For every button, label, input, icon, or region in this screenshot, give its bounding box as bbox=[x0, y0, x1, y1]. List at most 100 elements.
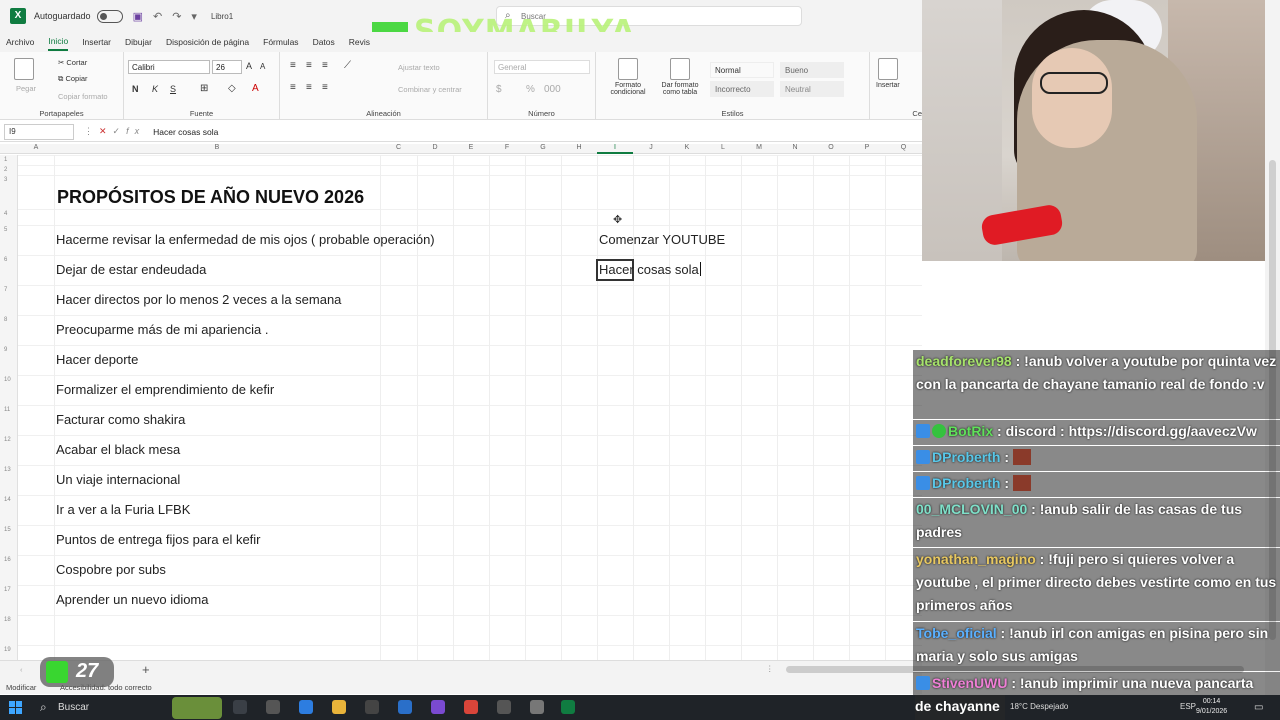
column-header-f[interactable]: F bbox=[489, 144, 525, 154]
row-number[interactable]: 7 bbox=[4, 287, 7, 293]
italic-button[interactable]: K bbox=[152, 84, 158, 94]
weather-status[interactable]: 18°C Despejado bbox=[1010, 702, 1068, 711]
tab-inicio[interactable]: Inicio bbox=[48, 33, 69, 51]
row-number[interactable]: 9 bbox=[4, 347, 7, 353]
format-painter-button[interactable]: Copiar formato bbox=[58, 92, 108, 101]
tab-archivo[interactable]: Archivo bbox=[6, 34, 34, 50]
goal-item[interactable]: Aprender un nuevo idioma bbox=[56, 592, 209, 607]
github-icon[interactable] bbox=[497, 700, 511, 714]
borders-icon[interactable]: ⊞ bbox=[200, 83, 208, 94]
tab-datos[interactable]: Datos bbox=[313, 34, 335, 50]
chat-username[interactable]: Tobe_oficial bbox=[916, 625, 997, 641]
chat-username[interactable]: DProberth bbox=[932, 449, 1000, 465]
language-indicator[interactable]: ESP bbox=[1180, 702, 1196, 711]
column-header-k[interactable]: K bbox=[669, 144, 705, 154]
start-button[interactable] bbox=[9, 701, 22, 714]
wrap-text-button[interactable]: Ajustar texto bbox=[398, 63, 440, 72]
task-view-icon[interactable] bbox=[233, 700, 247, 714]
merge-center-button[interactable]: Combinar y centrar bbox=[398, 85, 462, 94]
fx-icon[interactable]: fx bbox=[126, 126, 145, 136]
file-explorer-icon[interactable] bbox=[332, 700, 346, 714]
font-size-box[interactable]: 26 bbox=[212, 60, 242, 74]
column-header-q[interactable]: Q bbox=[885, 144, 922, 154]
conditional-format-button[interactable]: Formato condicional bbox=[608, 82, 648, 96]
column-header-g[interactable]: G bbox=[525, 144, 561, 154]
percent-icon[interactable]: % bbox=[526, 84, 535, 95]
clock[interactable]: 00:14 9/01/2026 bbox=[1196, 697, 1227, 717]
row-number[interactable]: 17 bbox=[4, 587, 11, 593]
store-icon[interactable] bbox=[365, 700, 379, 714]
taskbar-search[interactable]: ⌕ Buscar bbox=[36, 698, 166, 717]
column-header-j[interactable]: J bbox=[633, 144, 669, 154]
redo-icon[interactable]: ↷ bbox=[172, 10, 181, 23]
taskbar-widget-image[interactable] bbox=[172, 697, 222, 719]
tab-fórmulas[interactable]: Fórmulas bbox=[263, 34, 298, 50]
row-number[interactable]: 16 bbox=[4, 557, 11, 563]
chat-username[interactable]: deadforever98 bbox=[916, 353, 1012, 369]
more-icon[interactable]: ⋮ bbox=[84, 126, 99, 136]
row-number[interactable]: 18 bbox=[4, 617, 11, 623]
notifications-icon[interactable]: ▭ bbox=[1254, 702, 1263, 713]
goal-item[interactable]: Hacer directos por lo menos 2 veces a la… bbox=[56, 292, 341, 307]
bold-button[interactable]: N bbox=[132, 84, 139, 94]
grow-font-button[interactable]: A bbox=[246, 61, 252, 71]
customize-toolbar-icon[interactable]: ▾ bbox=[191, 10, 197, 23]
column-header-h[interactable]: H bbox=[561, 144, 597, 154]
fill-color-icon[interactable]: ◇ bbox=[228, 83, 236, 94]
add-sheet-button[interactable]: + bbox=[142, 662, 150, 677]
shrink-font-button[interactable]: A bbox=[260, 62, 265, 71]
chrome-icon[interactable] bbox=[464, 700, 478, 714]
save-icon[interactable]: ▣ bbox=[133, 10, 143, 23]
prev-sheet-icon[interactable]: ‹ bbox=[20, 665, 23, 674]
formula-content[interactable]: Hacer cosas sola bbox=[153, 127, 218, 137]
goal-item[interactable]: Formalizer el emprendimiento de kefir bbox=[56, 382, 274, 397]
row-number[interactable]: 3 bbox=[4, 177, 7, 183]
row-number[interactable]: 5 bbox=[4, 227, 7, 233]
align-right-icon[interactable]: ≡ bbox=[322, 82, 328, 93]
paste-button[interactable]: Pegar bbox=[16, 84, 36, 93]
goal-item[interactable]: Hacerme revisar la enfermedad de mis ojo… bbox=[56, 232, 435, 247]
column-header-p[interactable]: P bbox=[849, 144, 885, 154]
goal-item-column-i[interactable]: Hacer cosas sola bbox=[599, 262, 701, 277]
style-neutral[interactable]: Neutral bbox=[780, 81, 844, 97]
row-number[interactable]: 1 bbox=[4, 157, 7, 163]
underline-button[interactable]: S bbox=[170, 84, 176, 94]
row-number[interactable]: 19 bbox=[4, 647, 11, 653]
tab-dibujar[interactable]: Dibujar bbox=[125, 34, 152, 50]
goal-item[interactable]: Acabar el black mesa bbox=[56, 442, 180, 457]
format-table-icon[interactable] bbox=[670, 58, 690, 80]
app-icon[interactable] bbox=[530, 700, 544, 714]
steam-icon[interactable] bbox=[398, 700, 412, 714]
goal-item[interactable]: Cospobre por subs bbox=[56, 562, 166, 577]
goal-item[interactable]: Puntos de entrega fijos para el kefir bbox=[56, 532, 261, 547]
copy-button[interactable]: ⧉ Copiar bbox=[58, 74, 88, 84]
chat-username[interactable]: StivenUWU bbox=[932, 675, 1007, 691]
style-normal[interactable]: Normal bbox=[710, 62, 774, 78]
chat-username[interactable]: 00_MCLOVIN_00 bbox=[916, 501, 1027, 517]
align-bottom-icon[interactable]: ≡ bbox=[322, 60, 328, 71]
sheet-title[interactable]: PROPÓSITOS DE AÑO NUEVO 2026 bbox=[57, 187, 364, 208]
goal-item[interactable]: Preocuparme más de mi apariencia . bbox=[56, 322, 268, 337]
font-color-icon[interactable]: A bbox=[252, 83, 259, 94]
thousands-icon[interactable]: 000 bbox=[544, 84, 561, 95]
row-number[interactable]: 10 bbox=[4, 377, 11, 383]
goal-item[interactable]: Facturar como shakira bbox=[56, 412, 185, 427]
column-header-n[interactable]: N bbox=[777, 144, 813, 154]
orientation-icon[interactable]: ⟋ bbox=[344, 60, 351, 71]
goal-item[interactable]: Ir a ver a la Furia LFBK bbox=[56, 502, 190, 517]
row-number[interactable]: 8 bbox=[4, 317, 7, 323]
copilot-icon[interactable] bbox=[299, 700, 313, 714]
number-format-box[interactable]: General bbox=[494, 60, 590, 74]
style-incorrecto[interactable]: Incorrecto bbox=[710, 81, 774, 97]
cancel-icon[interactable]: ✕ bbox=[99, 126, 113, 136]
column-header-d[interactable]: D bbox=[417, 144, 453, 154]
worksheet[interactable]: 1 2 3 4 5 6 7 8 9 10 11 12 13 14 15 16 17 18 19 PROPÓSITOS… bbox=[0, 155, 922, 660]
name-box[interactable]: I9 bbox=[4, 123, 74, 140]
row-number[interactable]: 15 bbox=[4, 527, 11, 533]
goal-item[interactable]: Dejar de estar endeudada bbox=[56, 262, 206, 277]
row-number[interactable]: 12 bbox=[4, 437, 11, 443]
column-header-b[interactable]: B bbox=[54, 144, 380, 154]
align-left-icon[interactable]: ≡ bbox=[290, 82, 296, 93]
excel-taskbar-icon[interactable] bbox=[561, 700, 575, 714]
tab-revis[interactable]: Revis bbox=[349, 34, 370, 50]
